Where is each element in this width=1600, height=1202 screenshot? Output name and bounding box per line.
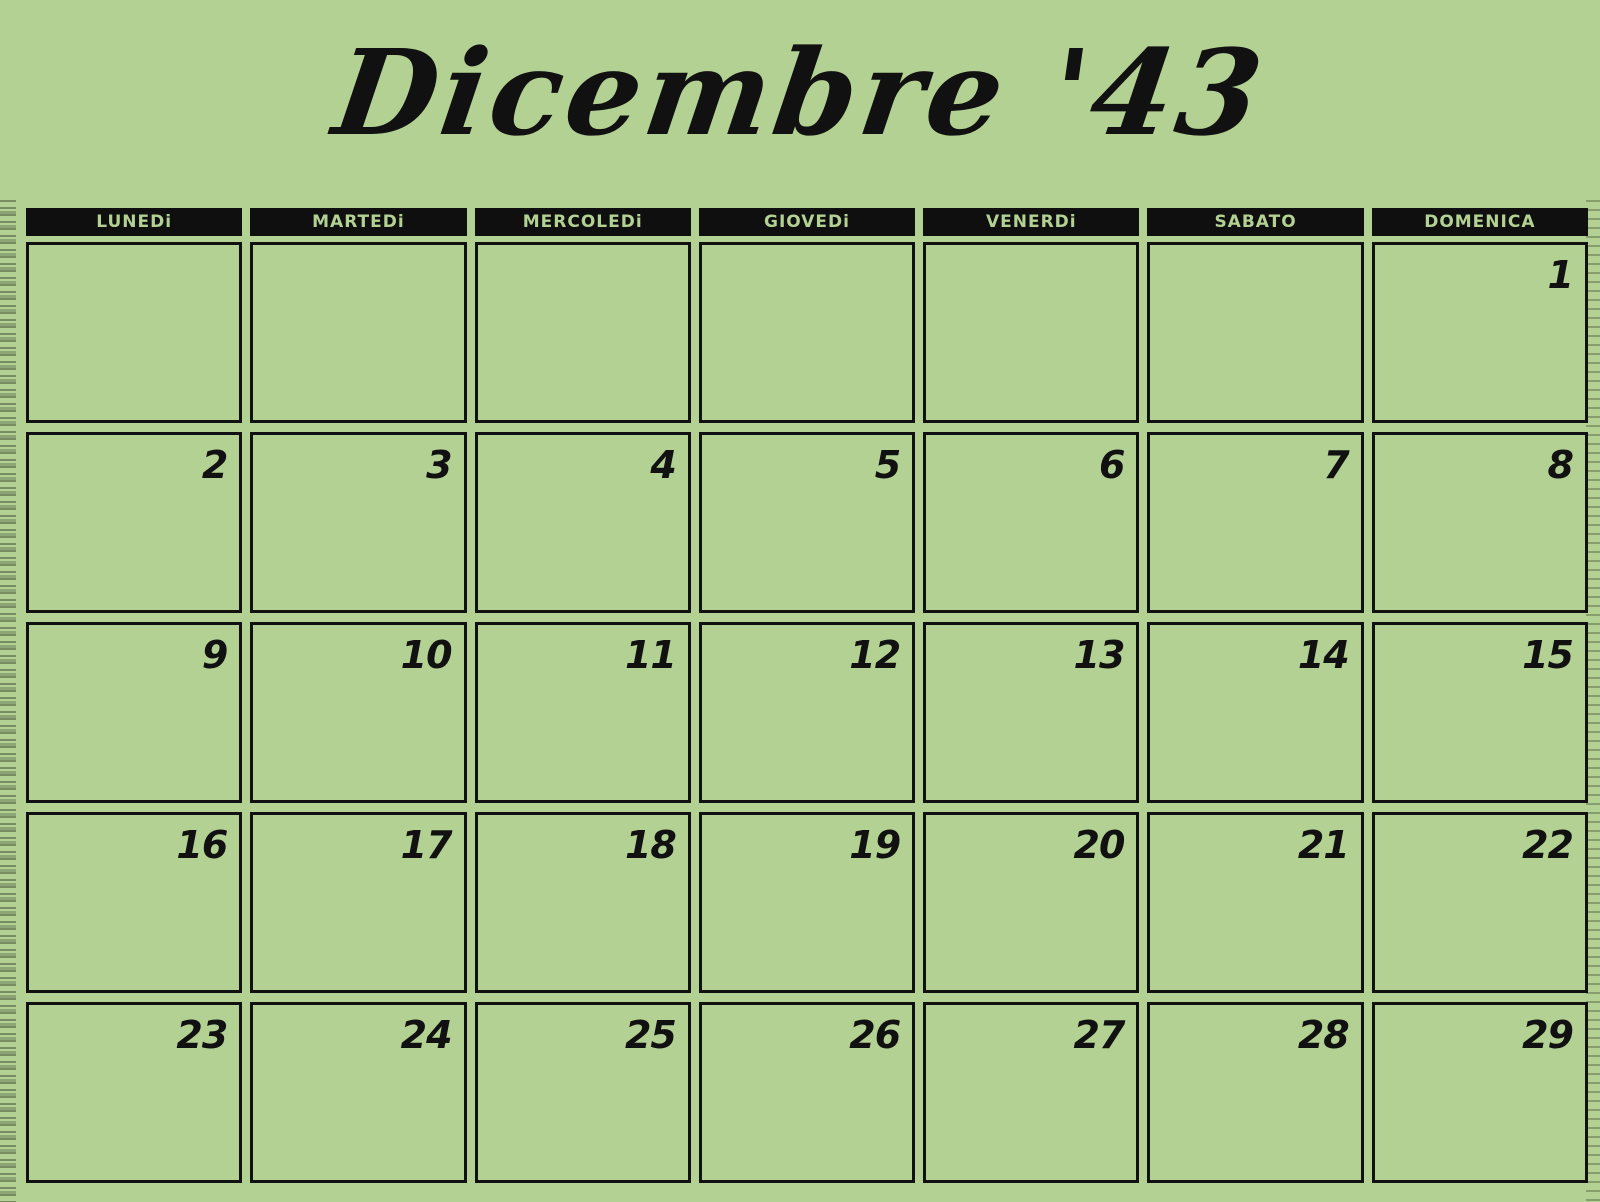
weekday-header-sunday: DOMENICA <box>1371 208 1588 236</box>
left-edge-texture <box>0 200 16 1202</box>
day-cell[interactable]: 29 <box>1371 1002 1588 1183</box>
day-number: 8 <box>1547 443 1574 487</box>
day-cell[interactable]: 10 <box>250 622 467 803</box>
weekday-header-tuesday: MARTEDi <box>250 208 467 236</box>
day-number: 21 <box>1297 823 1350 867</box>
day-number: 1 <box>1547 253 1574 297</box>
day-cell[interactable]: 18 <box>474 812 691 993</box>
day-cell[interactable]: 6 <box>923 432 1140 613</box>
weekday-header-monday: LUNEDi <box>26 208 243 236</box>
day-number: 22 <box>1522 823 1574 867</box>
day-cell[interactable] <box>1147 242 1364 423</box>
day-cell[interactable]: 22 <box>1371 812 1588 993</box>
weekday-header-row: LUNEDi MARTEDi MERCOLEDi GIOVEDi VENERDi… <box>26 208 1588 236</box>
day-number: 5 <box>874 443 901 487</box>
day-number: 7 <box>1323 443 1349 487</box>
day-cell[interactable]: 7 <box>1147 432 1364 613</box>
day-number: 26 <box>849 1013 901 1057</box>
day-number: 23 <box>176 1013 228 1057</box>
day-cell[interactable]: 9 <box>26 622 243 803</box>
day-number: 20 <box>1073 823 1126 867</box>
day-cell[interactable]: 19 <box>698 812 916 993</box>
day-cell[interactable]: 4 <box>474 432 691 613</box>
day-number: 13 <box>1073 633 1126 677</box>
day-cell[interactable] <box>26 242 243 423</box>
day-cell[interactable]: 5 <box>698 432 916 613</box>
day-cell[interactable]: 11 <box>474 622 691 803</box>
day-number: 12 <box>849 633 901 677</box>
day-cell[interactable]: 23 <box>26 1002 243 1183</box>
right-edge-texture <box>1586 200 1600 1202</box>
day-cell[interactable] <box>698 242 916 423</box>
day-cell[interactable]: 12 <box>698 622 916 803</box>
weekday-header-thursday: GIOVEDi <box>698 208 916 236</box>
day-cell[interactable]: 24 <box>250 1002 467 1183</box>
day-cell[interactable]: 3 <box>250 432 467 613</box>
day-cell[interactable]: 15 <box>1371 622 1588 803</box>
day-number: 27 <box>1073 1013 1126 1057</box>
calendar-title: Dicembre '43 <box>326 23 1274 162</box>
day-cell[interactable]: 17 <box>250 812 467 993</box>
day-number: 17 <box>400 823 453 867</box>
day-number: 25 <box>624 1013 677 1057</box>
day-number: 18 <box>624 823 677 867</box>
calendar: LUNEDi MARTEDi MERCOLEDi GIOVEDi VENERDi… <box>26 208 1588 1183</box>
day-number: 15 <box>1522 633 1574 677</box>
day-cell[interactable]: 2 <box>26 432 243 613</box>
day-cell[interactable]: 28 <box>1147 1002 1364 1183</box>
day-number: 6 <box>1098 443 1125 487</box>
day-cell[interactable] <box>250 242 467 423</box>
day-number: 29 <box>1522 1013 1574 1057</box>
day-cell[interactable]: 27 <box>923 1002 1140 1183</box>
day-cell[interactable]: 8 <box>1371 432 1588 613</box>
day-number: 9 <box>201 633 228 677</box>
day-number: 19 <box>849 823 901 867</box>
day-grid: 1 2 3 4 5 6 7 8 9 10 11 12 13 14 15 16 1… <box>26 242 1588 1183</box>
day-number: 28 <box>1297 1013 1350 1057</box>
day-cell[interactable]: 25 <box>474 1002 691 1183</box>
day-cell[interactable] <box>923 242 1140 423</box>
day-cell[interactable]: 21 <box>1147 812 1364 993</box>
weekday-header-wednesday: MERCOLEDi <box>474 208 691 236</box>
day-number: 3 <box>426 443 452 487</box>
day-cell[interactable]: 26 <box>698 1002 916 1183</box>
day-cell[interactable]: 13 <box>923 622 1140 803</box>
weekday-header-saturday: SABATO <box>1147 208 1364 236</box>
day-cell[interactable]: 16 <box>26 812 243 993</box>
day-number: 24 <box>400 1013 453 1057</box>
day-number: 10 <box>400 633 453 677</box>
day-number: 2 <box>201 443 228 487</box>
day-number: 16 <box>176 823 228 867</box>
weekday-header-friday: VENERDi <box>923 208 1140 236</box>
day-cell[interactable]: 1 <box>1371 242 1588 423</box>
day-cell[interactable] <box>474 242 691 423</box>
day-number: 14 <box>1297 633 1350 677</box>
day-cell[interactable]: 14 <box>1147 622 1364 803</box>
day-number: 4 <box>650 443 676 487</box>
day-cell[interactable]: 20 <box>923 812 1140 993</box>
day-number: 11 <box>624 633 677 677</box>
